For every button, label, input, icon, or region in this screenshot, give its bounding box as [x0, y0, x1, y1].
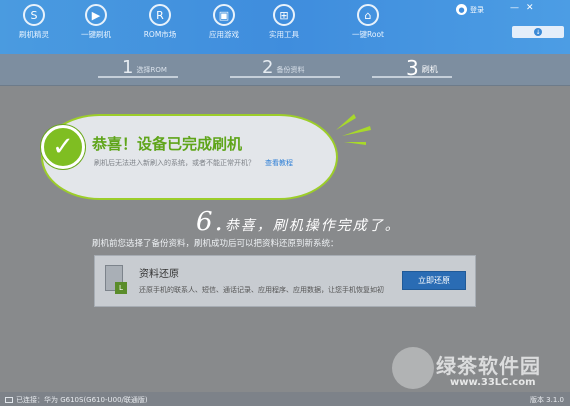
device-icon: [5, 397, 13, 403]
user-icon: ●: [456, 4, 467, 15]
step-select-rom: 1 选择ROM: [122, 58, 167, 78]
success-hint: 刷机后无法进入新刷入的系统，或者不能正常开机？: [94, 159, 255, 167]
nav-one-click-root[interactable]: ⌂ 一键Root: [340, 4, 396, 40]
highlight-rays-icon: [336, 114, 371, 145]
step-label: 选择ROM: [136, 66, 167, 74]
login-label: 登录: [470, 5, 484, 14]
download-icon: ↓: [534, 28, 542, 36]
annotation-number: 6.: [196, 207, 225, 237]
apps-icon: ▣: [213, 4, 235, 26]
restore-badge-icon: L: [115, 282, 127, 294]
window-controls: — ✕: [510, 3, 534, 13]
nav-label: 实用工具: [269, 30, 299, 39]
watermark-url: www.33LC.com: [450, 377, 536, 388]
nav-label: 一键刷机: [81, 30, 111, 39]
version-label: 版本 3.1.0: [529, 396, 564, 404]
step-number: 1: [122, 57, 134, 78]
view-tutorial-link[interactable]: 查看教程: [265, 159, 293, 167]
nav-tools[interactable]: ⊞ 实用工具: [256, 4, 312, 40]
check-icon: ✓: [41, 125, 85, 169]
step-flash: 3 刷机: [406, 58, 438, 78]
minimize-icon[interactable]: —: [510, 3, 519, 13]
watermark-logo-icon: [392, 347, 434, 389]
backup-intro: 刷机前您选择了备份资料，刷机成功后可以把资料还原到新系统：: [92, 239, 339, 249]
connection-status: 已连接：华为 G610S(G610-U00/联通版): [5, 395, 148, 405]
rom-icon: R: [149, 4, 171, 26]
status-bar: 已连接：华为 G610S(G610-U00/联通版) 版本 3.1.0: [0, 392, 570, 406]
nav-one-click-flash[interactable]: ▶ 一键刷机: [68, 0, 124, 48]
restore-now-button[interactable]: 立即还原: [402, 271, 466, 290]
step-label: 备份资料: [276, 66, 305, 74]
step-backup: 2 备份资料: [262, 58, 304, 78]
top-nav-bar: S 刷机精灵 ▶ 一键刷机 R ROM市场 ▣ 应用游戏 ⊞ 实用工具 ⌂ 一键…: [0, 0, 570, 54]
download-manager-button[interactable]: ↓: [512, 26, 564, 38]
restore-card: L 资料还原 还原手机的联系人、短信、通话记录、应用程序、应用数据，让您手机恢复…: [94, 255, 476, 307]
nav-label: 应用游戏: [209, 30, 239, 39]
tools-icon: ⊞: [273, 4, 295, 26]
success-description: 刷机后无法进入新刷入的系统，或者不能正常开机？ 查看教程: [94, 158, 293, 168]
step-number: 3: [406, 56, 419, 80]
shield-icon: S: [23, 4, 45, 26]
nav-label: 一键Root: [352, 30, 384, 39]
nav-rom-market[interactable]: R ROM市场: [132, 4, 188, 40]
nav-label: ROM市场: [143, 30, 177, 39]
nav-label: 刷机精灵: [19, 30, 49, 39]
step-annotation: 6.恭喜，刷机操作完成了。: [196, 207, 401, 237]
step-number: 2: [262, 57, 274, 78]
step-indicator: 1 选择ROM 2 备份资料 3 刷机: [0, 54, 570, 86]
close-icon[interactable]: ✕: [526, 3, 534, 13]
nav-apps-games[interactable]: ▣ 应用游戏: [196, 4, 252, 40]
document-restore-icon: L: [105, 265, 127, 294]
login-button[interactable]: ● 登录: [456, 4, 484, 15]
root-icon: ⌂: [357, 4, 379, 26]
success-bubble: [41, 114, 338, 200]
annotation-text: 恭喜，刷机操作完成了。: [224, 218, 401, 234]
success-title: 恭喜！设备已完成刷机: [92, 135, 243, 153]
play-icon: ▶: [85, 4, 107, 26]
step-label: 刷机: [421, 65, 438, 74]
watermark-name: 绿茶软件园: [436, 354, 541, 378]
nav-flash-wizard[interactable]: S 刷机精灵: [6, 4, 62, 40]
restore-description: 还原手机的联系人、短信、通话记录、应用程序、应用数据，让您手机恢复如初: [139, 286, 384, 294]
restore-title: 资料还原: [139, 269, 179, 280]
connection-text: 已连接：华为 G610S(G610-U00/联通版): [16, 396, 148, 404]
